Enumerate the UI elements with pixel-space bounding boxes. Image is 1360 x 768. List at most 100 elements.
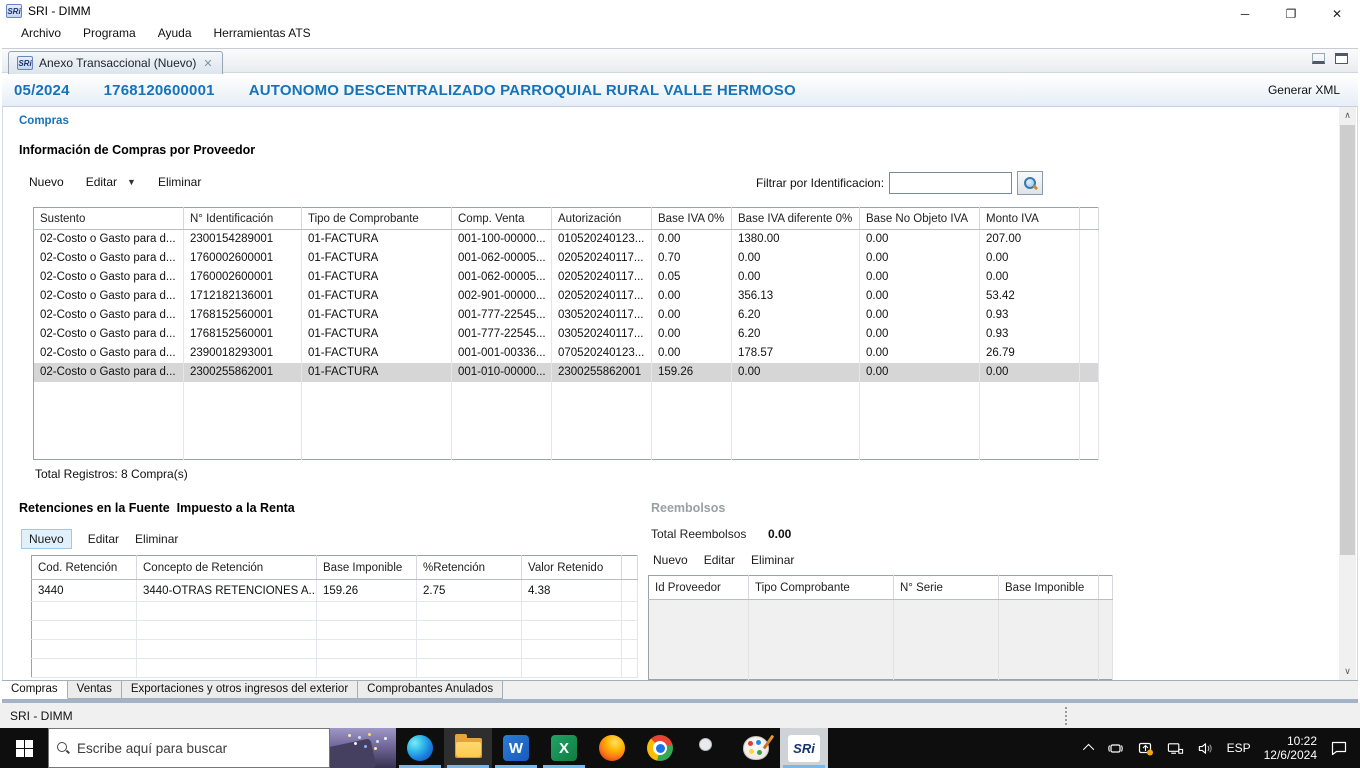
network-icon[interactable] [1167, 740, 1184, 757]
cell: 070520240123... [552, 344, 652, 363]
column-header[interactable]: Tipo Comprobante [749, 576, 894, 600]
column-header[interactable]: Base No Objeto IVA [860, 208, 980, 230]
table-row[interactable]: 34403440-OTRAS RETENCIONES A...159.262.7… [32, 580, 638, 602]
tab-comprobantes-anulados[interactable]: Comprobantes Anulados [358, 681, 503, 699]
cell: 002-901-00000... [452, 287, 552, 306]
tray-chevron-up-icon[interactable] [1083, 744, 1094, 755]
cell: 0.00 [980, 249, 1080, 268]
action-center-icon[interactable] [1330, 740, 1348, 756]
reembolsos-eliminar-button[interactable]: Eliminar [751, 553, 794, 567]
column-header[interactable]: Cod. Retención [32, 556, 137, 580]
total-registros-label: Total Registros: 8 Compra(s) [35, 467, 188, 481]
table-row[interactable]: 02-Costo o Gasto para d...17600026000010… [34, 268, 1099, 287]
compras-title: Información de Compras por Proveedor [19, 143, 255, 157]
column-header[interactable]: Sustento [34, 208, 184, 230]
tab-exportaciones[interactable]: Exportaciones y otros ingresos del exter… [122, 681, 358, 699]
filter-input[interactable] [889, 172, 1012, 194]
table-row[interactable]: 02-Costo o Gasto para d...17681525600010… [34, 325, 1099, 344]
taskbar-word-button[interactable]: W [492, 728, 540, 768]
cast-icon[interactable] [1107, 740, 1124, 757]
tab-anexo-transaccional[interactable]: SRi Anexo Transaccional (Nuevo) ✕ [8, 51, 223, 74]
column-header[interactable]: Valor Retenido [522, 556, 622, 580]
filter-search-button[interactable] [1017, 171, 1043, 195]
child-minimize-icon[interactable] [1312, 53, 1325, 64]
cell: 0.93 [980, 325, 1080, 344]
taskbar-chrome-button[interactable] [636, 728, 684, 768]
column-header[interactable]: Id Proveedor [649, 576, 749, 600]
taskbar-sri-button[interactable]: SRi [780, 728, 828, 768]
reembolsos-nuevo-button[interactable]: Nuevo [653, 553, 688, 567]
column-header[interactable]: Base Imponible [317, 556, 417, 580]
column-header[interactable]: %Retención [417, 556, 522, 580]
taskbar-edge-button[interactable] [396, 728, 444, 768]
weather-widget[interactable] [330, 728, 396, 768]
column-header-filler [622, 556, 638, 580]
cell: 0.00 [980, 268, 1080, 287]
empty-row [32, 659, 638, 678]
table-empty-area [649, 600, 1113, 680]
compras-table: SustentoN° IdentificaciónTipo de Comprob… [33, 207, 1099, 460]
taskbar-excel-button[interactable]: X [540, 728, 588, 768]
editar-button[interactable]: Editar [86, 175, 117, 189]
menu-ayuda[interactable]: Ayuda [147, 26, 203, 40]
column-header[interactable]: Tipo de Comprobante [302, 208, 452, 230]
language-indicator[interactable]: ESP [1227, 741, 1251, 755]
scroll-down-icon[interactable]: ∨ [1339, 663, 1356, 680]
cell: 01-FACTURA [302, 249, 452, 268]
column-header[interactable]: Concepto de Retención [137, 556, 317, 580]
taskbar-file-explorer-button[interactable] [444, 728, 492, 768]
scroll-up-icon[interactable]: ∧ [1339, 107, 1356, 124]
update-available-icon[interactable] [1137, 740, 1154, 757]
cell: 02-Costo o Gasto para d... [34, 363, 184, 382]
cell: 178.57 [732, 344, 860, 363]
scrollbar-thumb[interactable] [1340, 125, 1355, 555]
cell: 4.38 [522, 580, 622, 602]
column-header[interactable]: Autorización [552, 208, 652, 230]
menu-herramientas-ats[interactable]: Herramientas ATS [203, 26, 322, 40]
child-maximize-icon[interactable] [1335, 53, 1348, 64]
vertical-scrollbar[interactable]: ∧ ∨ [1339, 107, 1356, 680]
generar-xml-button[interactable]: Generar XML [1268, 83, 1340, 97]
column-header[interactable]: N° Identificación [184, 208, 302, 230]
eliminar-button[interactable]: Eliminar [158, 175, 201, 189]
table-row[interactable]: 02-Costo o Gasto para d...23900182930010… [34, 344, 1099, 363]
reembolsos-editar-button[interactable]: Editar [704, 553, 735, 567]
cell: 3440 [32, 580, 137, 602]
column-header[interactable]: Base IVA diferente 0% [732, 208, 860, 230]
retenciones-eliminar-button[interactable]: Eliminar [135, 532, 178, 546]
cell: 030520240117... [552, 306, 652, 325]
table-row[interactable]: 02-Costo o Gasto para d...23002558620010… [34, 363, 1099, 382]
column-header[interactable]: Base IVA 0% [652, 208, 732, 230]
taskbar-search-input[interactable] [77, 741, 321, 756]
table-row[interactable]: 02-Costo o Gasto para d...23001542890010… [34, 230, 1099, 249]
taskbar-firefox-button[interactable] [588, 728, 636, 768]
empty-row [32, 621, 638, 640]
search-icon [57, 742, 69, 754]
table-row[interactable]: 02-Costo o Gasto para d...17121821360010… [34, 287, 1099, 306]
taskbar-search[interactable] [48, 728, 330, 768]
tab-ventas[interactable]: Ventas [68, 681, 122, 699]
nuevo-button[interactable]: Nuevo [29, 175, 64, 189]
cell: 0.00 [652, 325, 732, 344]
editar-dropdown-icon[interactable]: ▼ [127, 177, 136, 187]
taskbar-paint-button[interactable] [732, 728, 780, 768]
clock[interactable]: 10:22 12/6/2024 [1264, 734, 1317, 762]
column-header[interactable]: Base Imponible [999, 576, 1099, 600]
menu-programa[interactable]: Programa [72, 26, 147, 40]
column-header[interactable]: N° Serie [894, 576, 999, 600]
table-row[interactable]: 02-Costo o Gasto para d...17600026000010… [34, 249, 1099, 268]
cell: 2.75 [417, 580, 522, 602]
menu-archivo[interactable]: Archivo [10, 26, 72, 40]
retenciones-nuevo-button[interactable]: Nuevo [21, 529, 72, 549]
tab-compras[interactable]: Compras [2, 681, 68, 699]
windows-logo-icon [16, 740, 33, 757]
taskbar-chrome-profile-button[interactable] [684, 728, 732, 768]
volume-icon[interactable] [1197, 740, 1214, 757]
column-header[interactable]: Comp. Venta [452, 208, 552, 230]
retenciones-editar-button[interactable]: Editar [88, 532, 119, 546]
column-header[interactable]: Monto IVA [980, 208, 1080, 230]
table-row[interactable]: 02-Costo o Gasto para d...17681525600010… [34, 306, 1099, 325]
start-button[interactable] [0, 728, 48, 768]
cell: 020520240117... [552, 287, 652, 306]
tab-close-icon[interactable]: ✕ [202, 57, 213, 70]
